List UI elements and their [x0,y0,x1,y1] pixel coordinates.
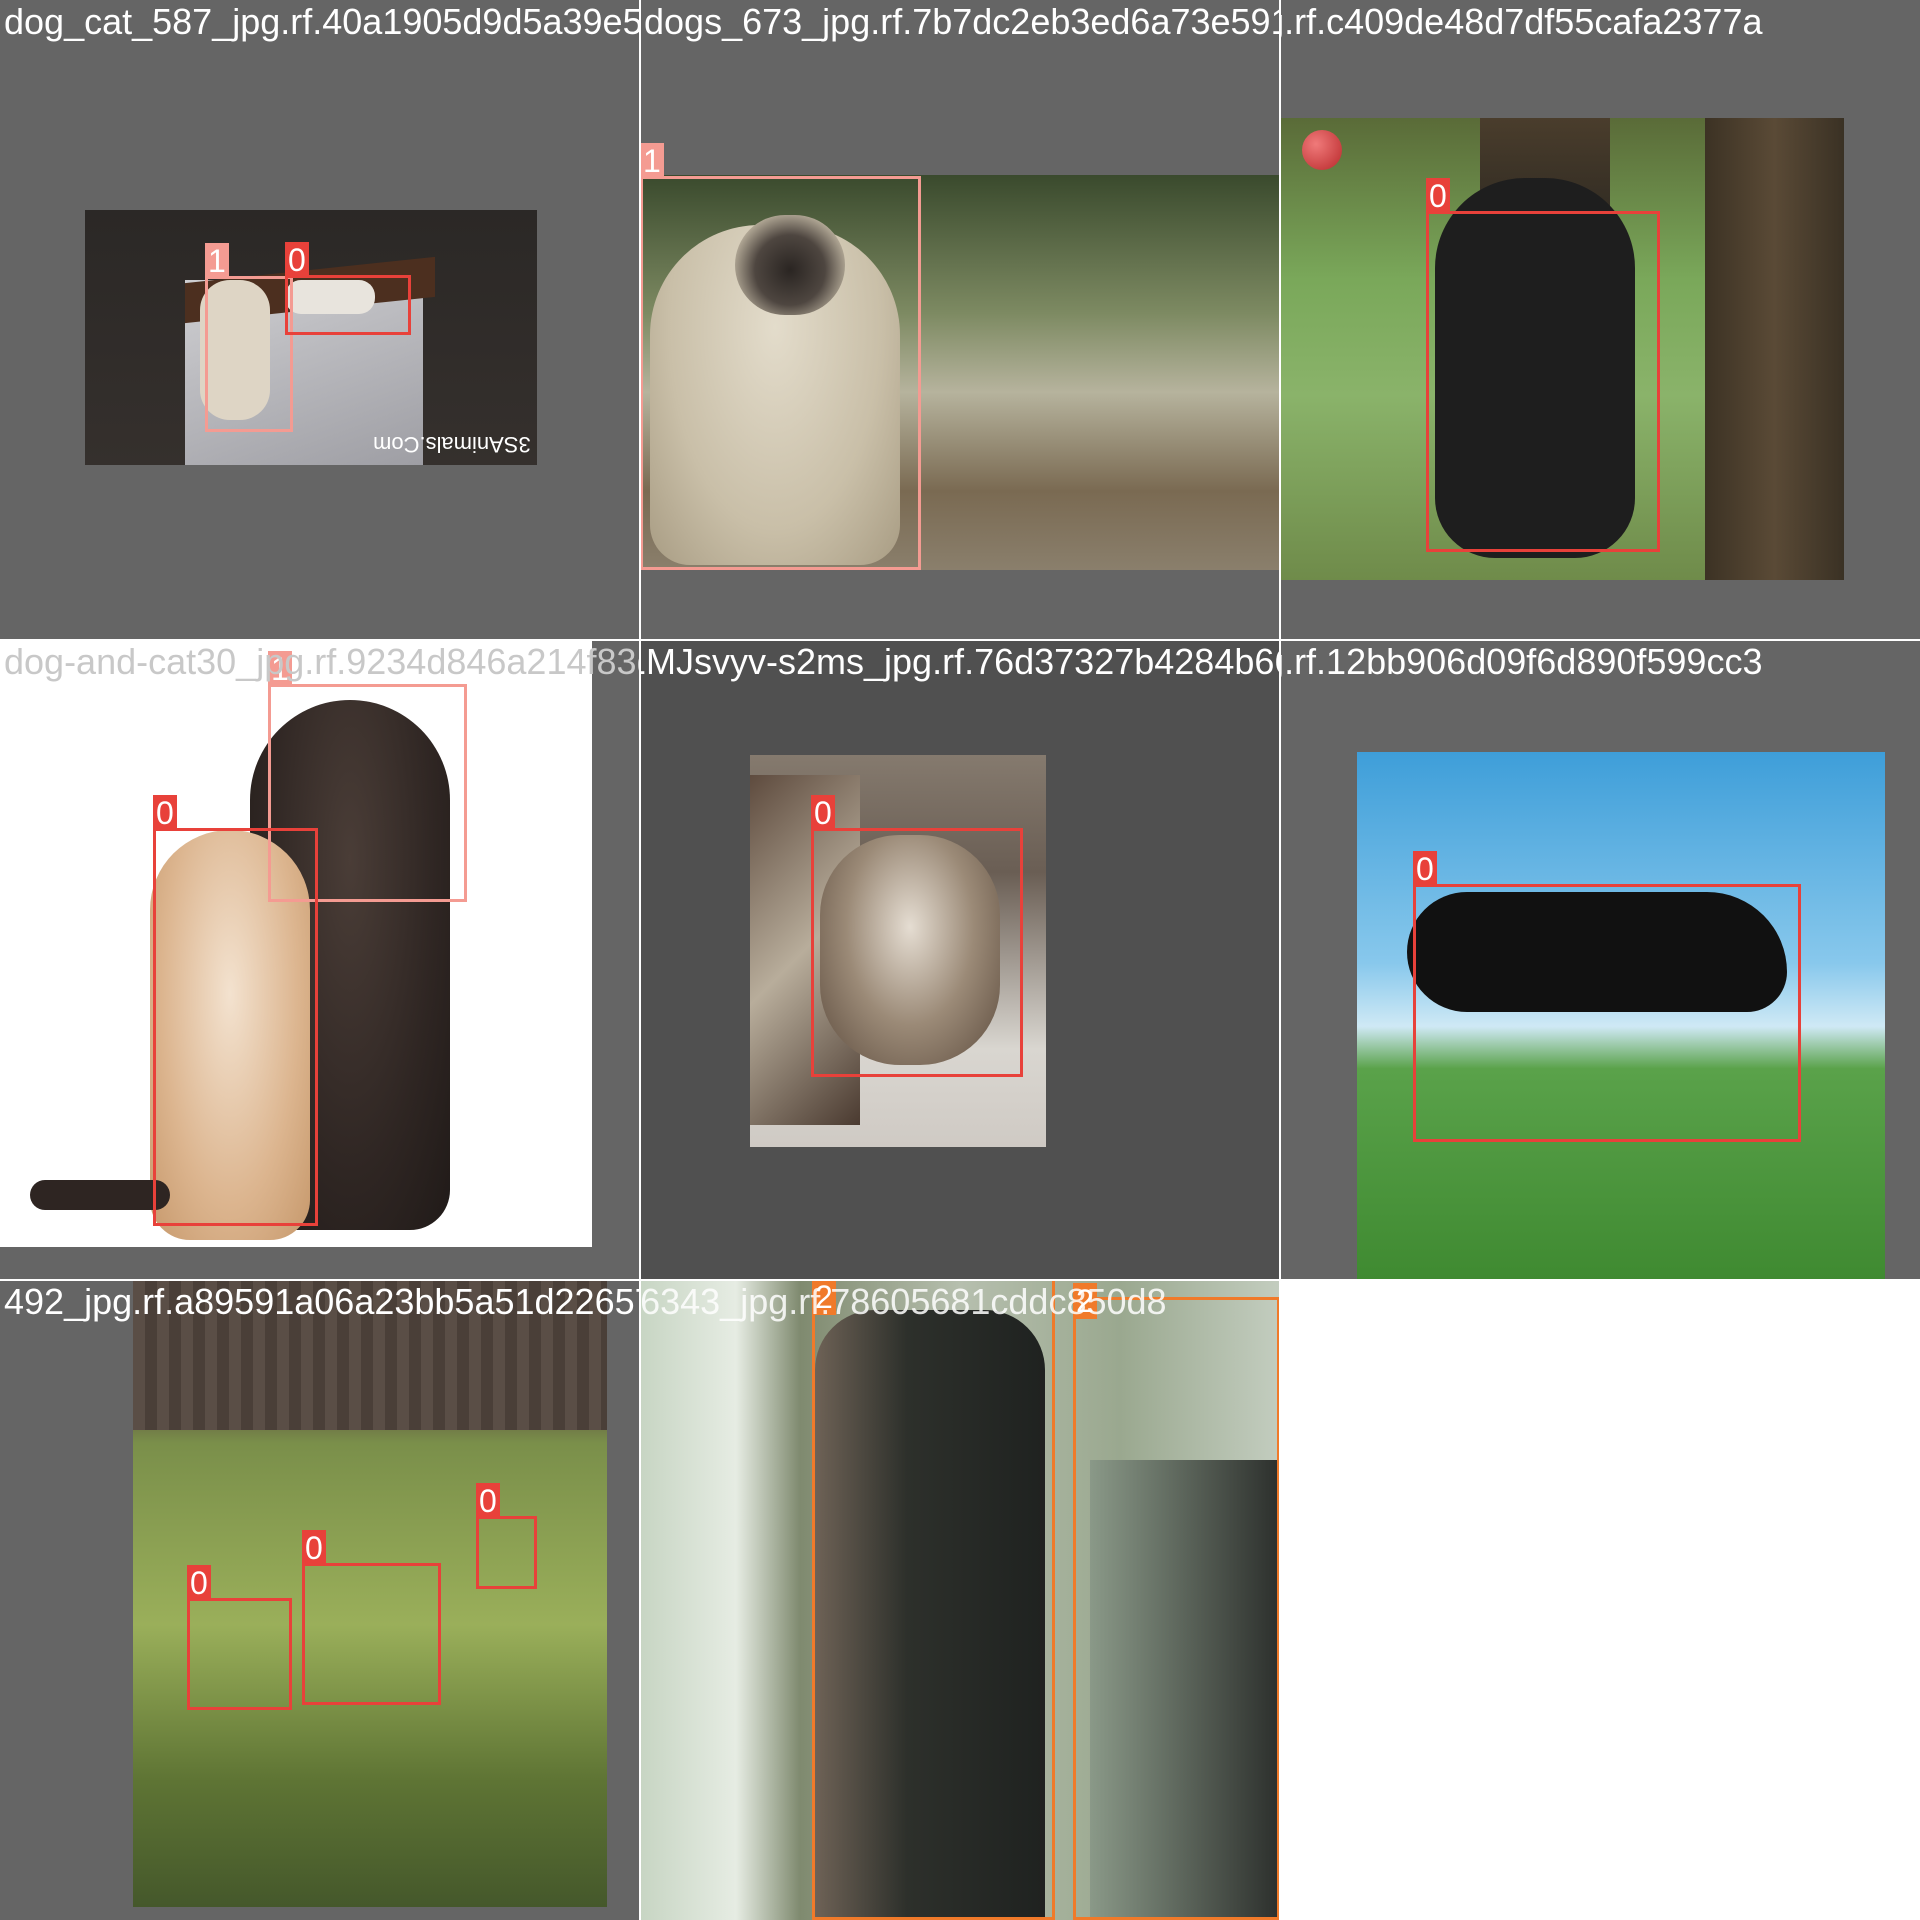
tile-empty [1280,1280,1920,1920]
tile-caption: _jpg.rf.12bb906d09f6d890f599cc3 [1280,641,1763,682]
detection-mosaic: 3SAnimals.Com 1 0 dog_cat_587_jpg.rf.40a… [0,0,1920,1920]
grid-divider [0,1279,1920,1281]
tile-caption: dog-and-cat30_jpg.rf.9234d846a214f83d051 [4,641,640,682]
grid-divider [1279,0,1281,1920]
bbox-class-1: 1 [205,243,293,432]
bbox-label: 0 [1426,178,1450,214]
bbox-label: 0 [302,1530,326,1566]
bbox-class-0: 0 [811,795,1023,1077]
tile-caption: 1MJsvyv-s2ms_jpg.rf.76d37327b4284b66 [640,641,1280,682]
grid-divider [639,0,641,1920]
tile-dogs-673: 1 dogs_673_jpg.rf.7b7dc2eb3ed6a73e591439… [640,0,1280,640]
bbox-class-0: 0 [302,1530,441,1705]
bbox-class-0: 0 [1426,178,1660,552]
tile-caption: 55806343_jpg.rf.78605681cddc850d8 [640,1281,1167,1322]
bbox-label: 0 [153,795,177,831]
bbox-label: 0 [285,242,309,278]
tile-silhouette-cat: 0 _jpg.rf.12bb906d09f6d890f599cc3 [1280,640,1920,1280]
bbox-label: 0 [476,1483,500,1519]
watermark-text: 3SAnimals.Com [373,432,531,457]
grid-divider [0,639,1920,641]
tile-dog-cat-587: 3SAnimals.Com 1 0 dog_cat_587_jpg.rf.40a… [0,0,640,640]
bbox-class-1: 1 [640,143,921,570]
bbox-class-2: 2 [1073,1283,1280,1920]
tile-cats: 0 cats_jpg.rf.c409de48d7df55cafa2377a [1280,0,1920,640]
tile-caption: 492_jpg.rf.a89591a06a23bb5a51d2265796773 [4,1281,640,1322]
bbox-class-0: 0 [285,242,411,335]
tile-492: 0 0 0 492_jpg.rf.a89591a06a23bb5a51d2265… [0,1280,640,1920]
bbox-class-0: 0 [476,1483,537,1589]
bbox-label: 1 [205,243,229,279]
bbox-class-0: 0 [1413,851,1801,1142]
tile-caption: cats_jpg.rf.c409de48d7df55cafa2377a [1280,1,1763,42]
bbox-label: 0 [1413,851,1437,887]
photo-apple [1302,130,1342,170]
bbox-label: 0 [811,795,835,831]
bbox-label: 0 [187,1565,211,1601]
bbox-class-2: 2 [812,1280,1055,1920]
bbox-label: 1 [640,143,664,179]
photo-tree-trunk [1705,118,1844,580]
bbox-class-0: 0 [153,795,318,1226]
tile-55806343: 2 2 55806343_jpg.rf.78605681cddc850d8 [640,1280,1280,1920]
photo-cat-tail [30,1180,170,1210]
tile-dog-and-cat30: 1 0 dog-and-cat30_jpg.rf.9234d846a214f83… [0,640,640,1280]
tile-1mjsvyv-s2ms: 0 1MJsvyv-s2ms_jpg.rf.76d37327b4284b66 [640,640,1280,1280]
photo-cat-and-dog-upside-down: 3SAnimals.Com [85,210,537,465]
tile-caption: dog_cat_587_jpg.rf.40a1905d9d5a39e50d603 [4,1,640,42]
tile-caption: dogs_673_jpg.rf.7b7dc2eb3ed6a73e591439c6… [644,1,1280,42]
bbox-class-0: 0 [187,1565,292,1710]
